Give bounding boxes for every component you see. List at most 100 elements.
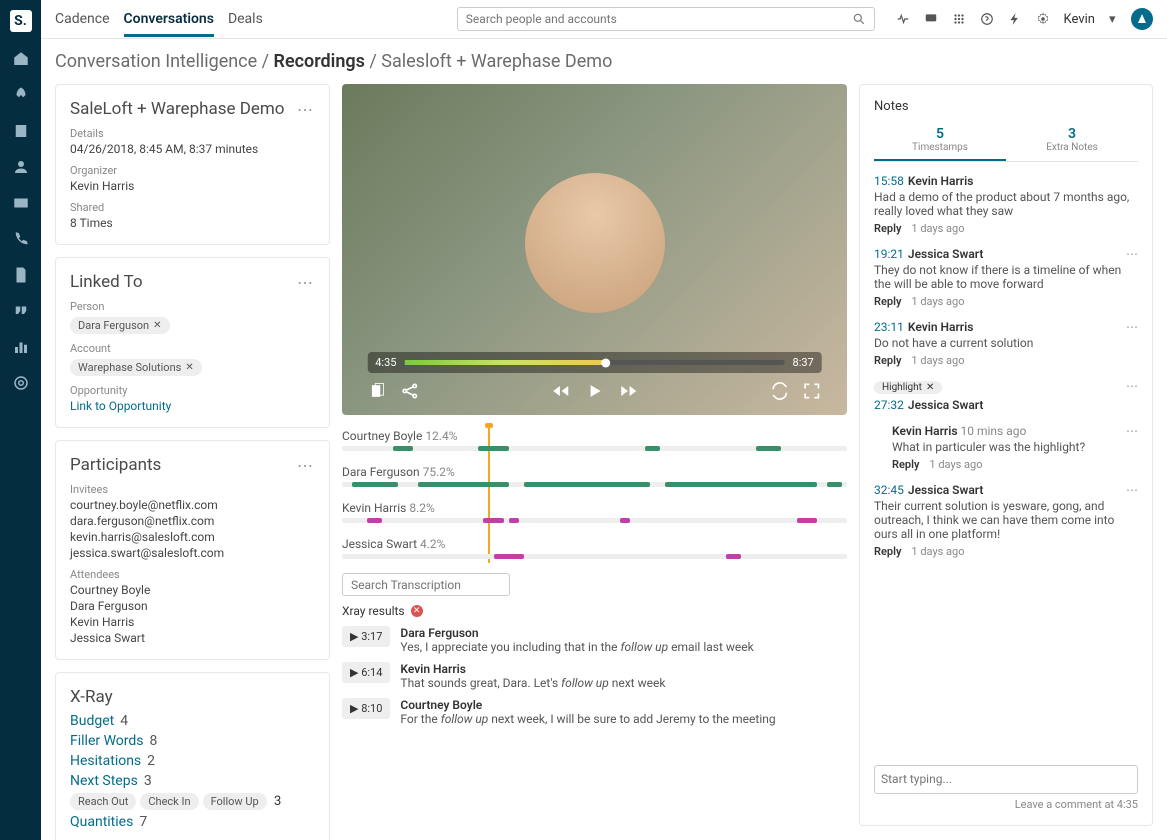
reply-link[interactable]: Reply [874,295,901,308]
doc-icon[interactable] [12,266,30,284]
overview-menu[interactable]: ⋯ [297,100,315,119]
search-input[interactable] [466,12,852,26]
note-timestamp[interactable]: 32:45 [874,483,904,497]
global-search[interactable] [457,7,875,31]
attendee: Kevin Harris [70,615,315,629]
tab-cadence[interactable]: Cadence [55,2,110,36]
avatar[interactable] [1131,8,1153,30]
play-icon[interactable] [585,381,605,401]
participants-menu[interactable]: ⋯ [297,456,315,475]
bc-section[interactable]: Recordings [274,51,365,72]
play-snippet[interactable]: ▶ 8:10 [342,698,390,719]
home-icon[interactable] [12,50,30,68]
tab-extra-notes[interactable]: 3Extra Notes [1006,120,1138,161]
scrubber[interactable] [601,358,610,367]
play-snippet[interactable]: ▶ 3:17 [342,626,390,647]
transcription-search[interactable] [342,573,510,596]
transcription-input[interactable] [351,578,507,592]
mail-icon[interactable] [12,194,30,212]
linked-menu[interactable]: ⋯ [297,273,315,292]
share-icon[interactable] [399,381,419,401]
talk-bar[interactable] [342,482,847,487]
details-label: Details [70,127,315,140]
remove-highlight[interactable]: ✕ [926,382,934,393]
chat-icon[interactable] [924,12,938,26]
xray-link[interactable]: Next Steps [70,773,138,789]
note-menu[interactable]: ⋯ [1126,379,1138,393]
person-chip[interactable]: Dara Ferguson✕ [70,317,170,334]
comment-input[interactable] [881,772,1131,786]
invitees-label: Invitees [70,483,315,496]
clear-xray[interactable]: ✕ [411,605,423,617]
progress-bar[interactable]: 4:35 8:37 [367,352,822,373]
account-chip[interactable]: Warephase Solutions✕ [70,359,202,376]
note-item: Kevin Harris 10 mins agoWhat in particul… [892,424,1138,471]
bc-root[interactable]: Conversation Intelligence [55,51,257,72]
note-menu[interactable]: ⋯ [1126,247,1138,261]
xray-link[interactable]: Hesitations [70,753,141,769]
note-menu[interactable]: ⋯ [1126,483,1138,497]
invitee: jessica.swart@salesloft.com [70,546,315,560]
highlight-chip[interactable]: Highlight ✕ [874,381,942,394]
search-icon[interactable] [852,12,866,26]
opp-label: Opportunity [70,384,315,397]
chart-icon[interactable] [12,338,30,356]
video-player[interactable]: 4:35 8:37 [342,84,847,415]
notes-title: Notes [874,99,1138,114]
attendee: Jessica Swart [70,631,315,645]
loop-icon[interactable] [770,381,790,401]
forward-icon[interactable] [619,381,639,401]
user-name[interactable]: Kevin [1064,12,1095,27]
xray-chip[interactable]: Reach Out [70,793,136,810]
reply-link[interactable]: Reply [892,458,919,471]
rocket-icon[interactable] [12,86,30,104]
chevron-down-icon[interactable]: ▾ [1109,12,1117,26]
note-timestamp[interactable]: 15:58 [874,174,904,188]
comment-input-box[interactable] [874,765,1138,794]
xray-results-label: Xray results [342,604,405,618]
xray-link[interactable]: Budget [70,713,114,729]
building-icon[interactable] [12,122,30,140]
talk-row: Dara Ferguson 75.2% [342,465,847,487]
attendees-label: Attendees [70,568,315,581]
help-icon[interactable] [980,12,994,26]
reply-link[interactable]: Reply [874,545,901,558]
reply-link[interactable]: Reply [874,354,901,367]
activity-icon[interactable] [896,12,910,26]
note-timestamp[interactable]: 19:21 [874,247,904,261]
quantities-link[interactable]: Quantities [70,814,133,830]
talk-bar[interactable] [342,554,847,559]
opp-link[interactable]: Link to Opportunity [70,399,315,413]
bolt-icon[interactable] [1008,12,1022,26]
note-timestamp[interactable]: 23:11 [874,320,904,334]
xray-link[interactable]: Filler Words [70,733,144,749]
person-icon[interactable] [12,158,30,176]
note-menu[interactable]: ⋯ [1126,320,1138,334]
shared-label: Shared [70,201,315,214]
xray-chip[interactable]: Check In [140,793,198,810]
talk-bar[interactable] [342,518,847,523]
logo[interactable]: S. [10,10,32,32]
breadcrumb: Conversation Intelligence / Recordings /… [41,39,1167,84]
tab-timestamps[interactable]: 5Timestamps [874,120,1006,161]
phone-icon[interactable] [12,230,30,248]
play-snippet[interactable]: ▶ 6:14 [342,662,390,683]
rewind-icon[interactable] [551,381,571,401]
talk-bar[interactable] [342,446,847,451]
quote-icon[interactable] [12,302,30,320]
fullscreen-icon[interactable] [802,381,822,401]
copy-icon[interactable] [367,381,387,401]
target-icon[interactable] [12,374,30,392]
note-menu[interactable]: ⋯ [1126,424,1138,438]
remove-person[interactable]: ✕ [153,320,161,331]
tab-deals[interactable]: Deals [228,2,263,36]
tab-conversations[interactable]: Conversations [124,2,214,36]
xray-chip[interactable]: Follow Up [203,793,267,810]
apps-icon[interactable] [952,12,966,26]
note-timestamp[interactable]: 27:32 [874,398,904,412]
linked-card: Linked To⋯ Person Dara Ferguson✕ Account… [55,257,330,428]
gear-icon[interactable] [1036,12,1050,26]
remove-account[interactable]: ✕ [185,362,193,373]
details-value: 04/26/2018, 8:45 AM, 8:37 minutes [70,142,315,156]
reply-link[interactable]: Reply [874,222,901,235]
